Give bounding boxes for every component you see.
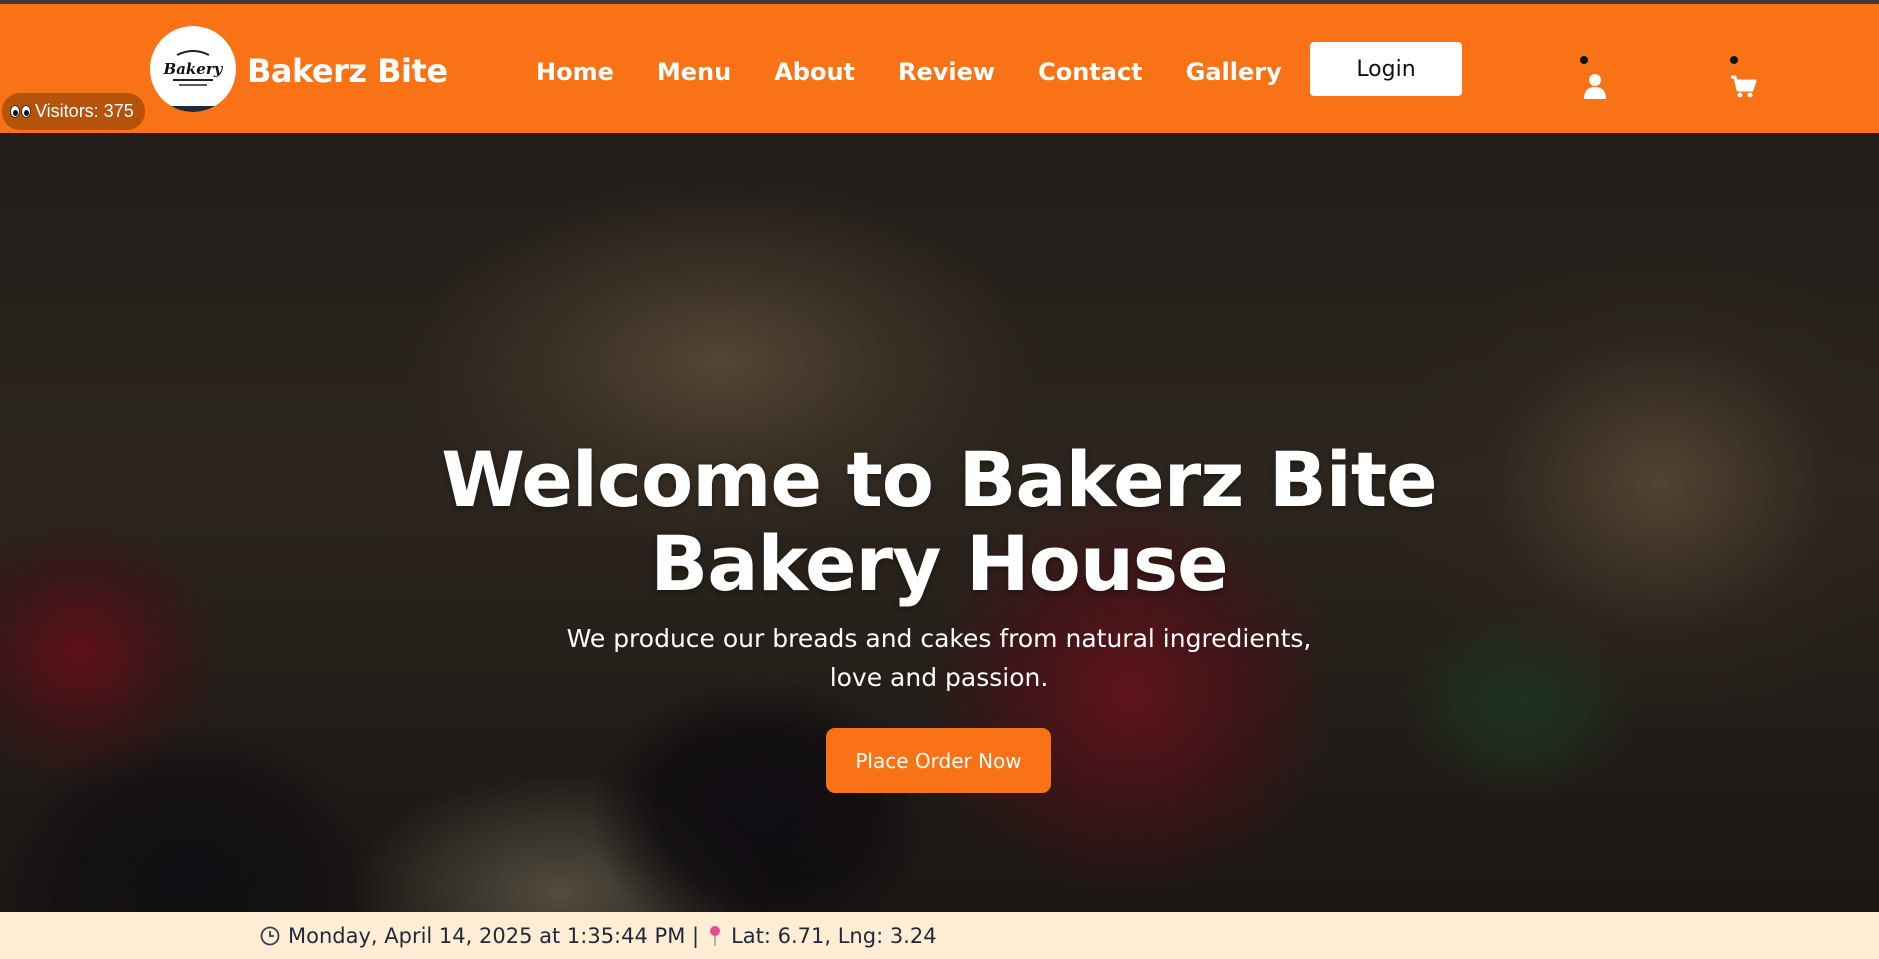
user-icon bbox=[1584, 74, 1606, 99]
nav-review[interactable]: Review bbox=[898, 58, 995, 86]
login-button[interactable]: Login bbox=[1310, 42, 1462, 96]
bakery-logo-icon: Bakery bbox=[163, 50, 223, 86]
logo-lettering: Bakery bbox=[163, 60, 223, 78]
hero-title: Welcome to Bakerz Bite Bakery House bbox=[389, 438, 1489, 606]
visitor-counter-badge: Visitors: 375 bbox=[2, 93, 145, 130]
eyes-icon bbox=[10, 105, 31, 118]
current-location: Lat: 6.71, Lng: 3.24 bbox=[731, 924, 937, 948]
hero-subtitle: We produce our breads and cakes from nat… bbox=[566, 624, 1312, 692]
brand-logo[interactable]: Bakery bbox=[150, 26, 236, 112]
hero-title-line-2: Bakery House bbox=[650, 519, 1228, 608]
main-nav: Home Menu About Review Contact Gallery bbox=[536, 58, 1325, 86]
navbar: Bakery Bakerz Bite Home Menu About Revie… bbox=[0, 4, 1879, 133]
info-bar: Monday, April 14, 2025 at 1:35:44 PM | L… bbox=[0, 912, 1879, 959]
nav-about[interactable]: About bbox=[774, 58, 855, 86]
nav-home[interactable]: Home bbox=[536, 58, 614, 86]
current-datetime: Monday, April 14, 2025 at 1:35:44 PM | bbox=[288, 924, 700, 948]
nav-gallery[interactable]: Gallery bbox=[1186, 58, 1282, 86]
cart-button[interactable] bbox=[1725, 52, 1765, 102]
hero-section: Welcome to Bakerz Bite Bakery House We p… bbox=[0, 133, 1879, 912]
location-pin-icon bbox=[710, 926, 721, 946]
nav-menu[interactable]: Menu bbox=[657, 58, 731, 86]
hero-title-line-1: Welcome to Bakerz Bite bbox=[441, 435, 1437, 524]
cart-count-dot bbox=[1730, 56, 1738, 64]
cart-icon bbox=[1731, 75, 1757, 98]
user-account-button[interactable] bbox=[1577, 52, 1617, 102]
place-order-button[interactable]: Place Order Now bbox=[826, 728, 1051, 793]
brand-name[interactable]: Bakerz Bite bbox=[247, 52, 448, 90]
visitor-count: Visitors: 375 bbox=[35, 101, 134, 121]
user-indicator-dot bbox=[1580, 56, 1588, 64]
nav-contact[interactable]: Contact bbox=[1038, 58, 1143, 86]
datetime-location: Monday, April 14, 2025 at 1:35:44 PM | L… bbox=[260, 924, 937, 948]
clock-icon bbox=[260, 926, 280, 946]
